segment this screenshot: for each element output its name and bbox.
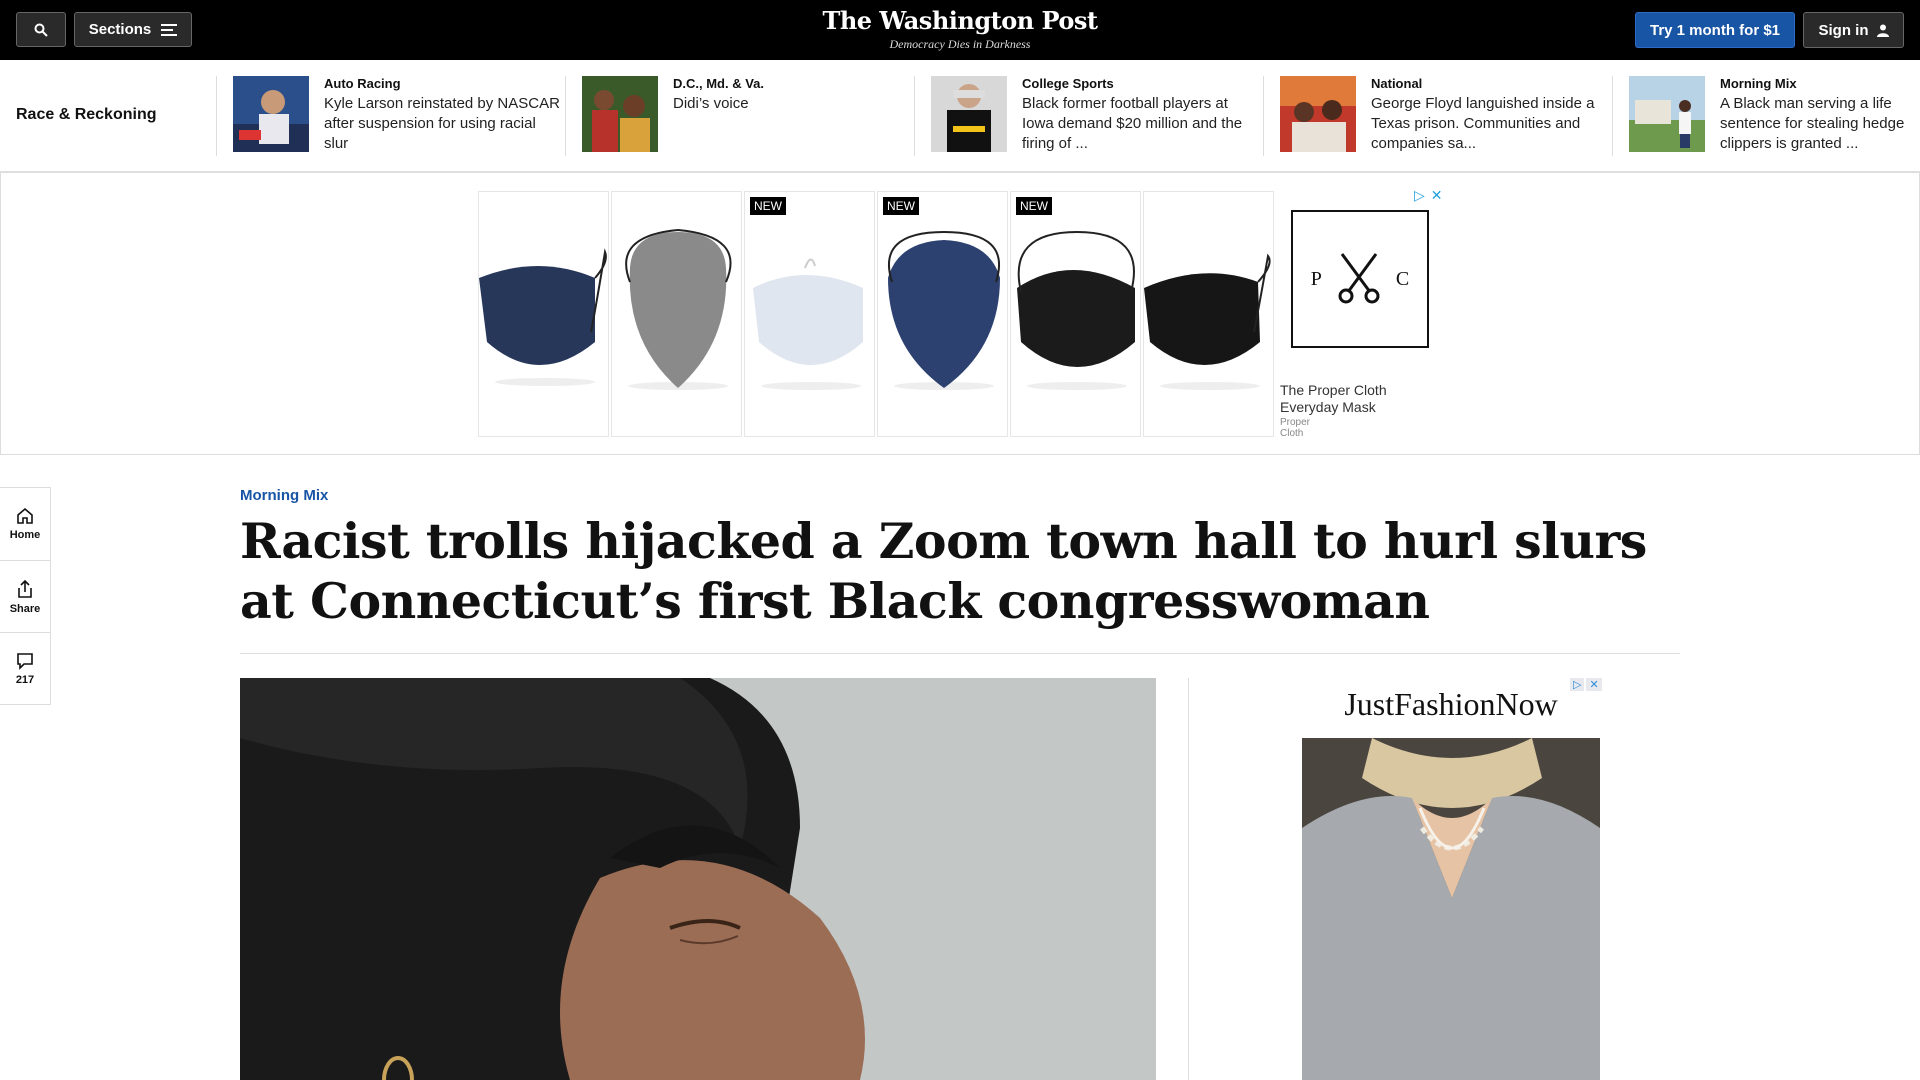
mask-shape bbox=[753, 275, 863, 365]
new-badge: NEW bbox=[1016, 197, 1052, 215]
story-thumbnail[interactable] bbox=[931, 76, 1007, 152]
comment-icon bbox=[17, 652, 33, 670]
side-ad-image[interactable] bbox=[1302, 738, 1600, 1080]
race-story-4[interactable]: National George Floyd languished inside … bbox=[1263, 76, 1611, 156]
race-story-2[interactable]: D.C., Md. & Va. Didi’s voice bbox=[565, 76, 913, 156]
story-headline[interactable]: Black former football players at Iowa de… bbox=[1022, 94, 1258, 154]
mask-product-4[interactable]: NEW bbox=[877, 191, 1008, 437]
search-button[interactable] bbox=[16, 12, 66, 47]
article-kicker[interactable]: Morning Mix bbox=[240, 487, 328, 504]
share-button[interactable]: Share bbox=[0, 560, 50, 632]
mask-shape bbox=[629, 232, 727, 388]
comments-count: 217 bbox=[15, 673, 35, 686]
logo-letter-left: P bbox=[1310, 267, 1322, 290]
story-kicker[interactable]: National bbox=[1371, 76, 1422, 91]
story-headline[interactable]: A Black man serving a life sentence for … bbox=[1720, 94, 1920, 154]
story-headline[interactable]: George Floyd languished inside a Texas p… bbox=[1371, 94, 1607, 154]
mask-shape bbox=[888, 240, 1000, 388]
share-icon bbox=[18, 579, 32, 598]
site-logo[interactable]: The Washington Post bbox=[760, 6, 1160, 35]
story-kicker[interactable]: Morning Mix bbox=[1720, 76, 1797, 91]
adchoices-icon[interactable]: ▷ bbox=[1414, 187, 1425, 204]
search-icon bbox=[34, 23, 48, 37]
home-icon bbox=[17, 507, 33, 524]
ad-brand-name[interactable]: Proper Cloth bbox=[1280, 417, 1310, 439]
story-headline[interactable]: Kyle Larson reinstated by NASCAR after s… bbox=[324, 94, 560, 154]
mask-product-6[interactable] bbox=[1143, 191, 1274, 437]
mask-product-2[interactable] bbox=[611, 191, 742, 437]
story-thumbnail[interactable] bbox=[1629, 76, 1705, 152]
mask-product-3[interactable]: NEW bbox=[744, 191, 875, 437]
sections-button[interactable]: Sections bbox=[74, 12, 192, 47]
column-divider bbox=[1188, 678, 1189, 1080]
share-label: Share bbox=[9, 602, 41, 615]
article-tools-rail: Home Share 217 bbox=[0, 487, 51, 705]
race-story-5[interactable]: Morning Mix A Black man serving a life s… bbox=[1612, 76, 1920, 156]
masthead[interactable]: The Washington Post Democracy Dies in Da… bbox=[760, 6, 1160, 52]
user-icon bbox=[1876, 24, 1889, 37]
home-button[interactable]: Home bbox=[0, 488, 50, 560]
story-thumbnail[interactable] bbox=[582, 76, 658, 152]
article-hero-image[interactable] bbox=[240, 678, 1156, 1080]
advertisement-banner: NEW NEW NEW ▷ ✕ P C The Proper Cloth Eve… bbox=[0, 172, 1920, 455]
mask-shape bbox=[1017, 270, 1135, 367]
logo-letter-right: C bbox=[1395, 267, 1410, 290]
signin-button[interactable]: Sign in bbox=[1803, 12, 1904, 48]
new-badge: NEW bbox=[750, 197, 786, 215]
sections-label: Sections bbox=[88, 21, 152, 38]
race-story-3[interactable]: College Sports Black former football pla… bbox=[914, 76, 1262, 156]
menu-icon bbox=[161, 23, 178, 36]
new-badge: NEW bbox=[883, 197, 919, 215]
story-thumbnail[interactable] bbox=[1280, 76, 1356, 152]
race-strip-label[interactable]: Race & Reckoning bbox=[16, 106, 156, 124]
mask-ad[interactable]: NEW NEW NEW ▷ ✕ P C The Proper Cloth Eve… bbox=[478, 187, 1443, 439]
story-kicker[interactable]: College Sports bbox=[1022, 76, 1114, 91]
signin-label: Sign in bbox=[1818, 21, 1869, 39]
article-headline: Racist trolls hijacked a Zoom town hall … bbox=[240, 512, 1647, 630]
race-story-1[interactable]: Auto Racing Kyle Larson reinstated by NA… bbox=[216, 76, 564, 156]
comments-button[interactable]: 217 bbox=[0, 632, 50, 704]
ad-choices[interactable]: ▷ ✕ bbox=[1414, 187, 1443, 204]
close-icon[interactable]: ✕ bbox=[1431, 187, 1443, 204]
subscribe-button[interactable]: Try 1 month for $1 bbox=[1635, 12, 1795, 48]
ad-product-title[interactable]: The Proper Cloth Everyday Mask bbox=[1280, 382, 1440, 416]
story-thumbnail[interactable] bbox=[233, 76, 309, 152]
top-nav: Sections The Washington Post Democracy D… bbox=[0, 0, 1920, 60]
brand-logo[interactable]: P C bbox=[1291, 210, 1429, 348]
mask-shape bbox=[479, 266, 595, 365]
headline-divider bbox=[240, 653, 1680, 654]
race-reckoning-strip: Race & Reckoning Auto Racing Kyle Larson… bbox=[0, 60, 1920, 172]
site-tagline: Democracy Dies in Darkness bbox=[889, 37, 1031, 51]
side-ad-brand[interactable]: JustFashionNow bbox=[1302, 686, 1600, 723]
story-headline[interactable]: Didi’s voice bbox=[673, 94, 909, 114]
mask-shape bbox=[1144, 273, 1260, 365]
mask-product-5[interactable]: NEW bbox=[1010, 191, 1141, 437]
story-kicker[interactable]: D.C., Md. & Va. bbox=[673, 76, 764, 91]
story-kicker[interactable]: Auto Racing bbox=[324, 76, 401, 91]
scissors-icon bbox=[1338, 253, 1380, 304]
home-label: Home bbox=[9, 529, 41, 541]
mask-product-1[interactable] bbox=[478, 191, 609, 437]
